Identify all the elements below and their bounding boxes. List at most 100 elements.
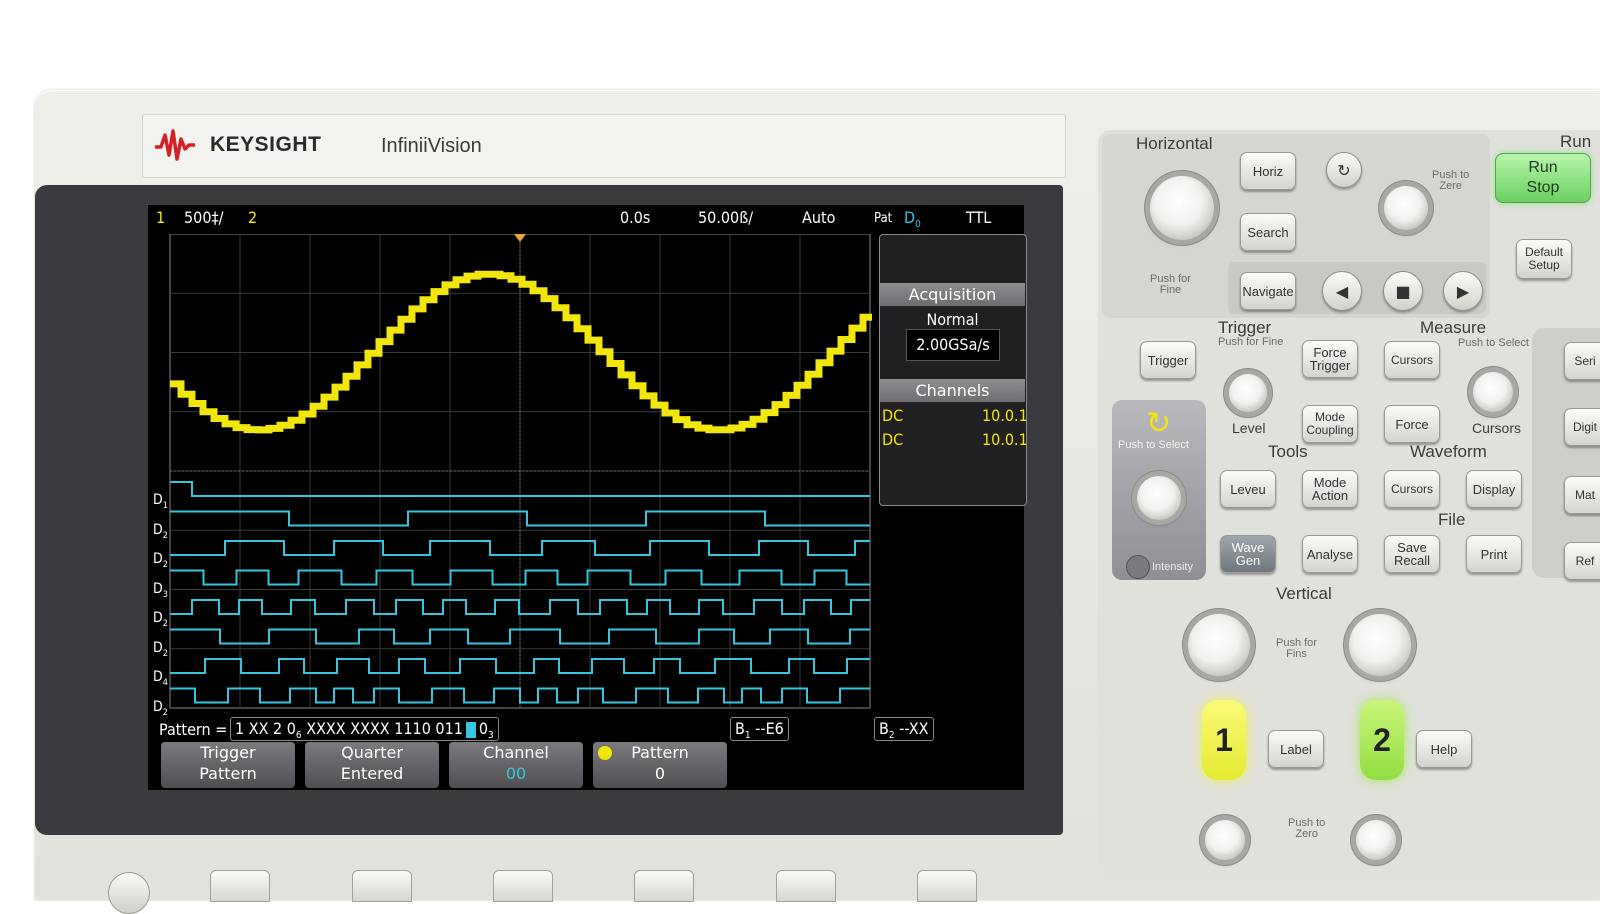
back-button[interactable] (108, 872, 150, 914)
ch1-scale: 500‡/ (184, 208, 224, 227)
push-zero-label: Push to Zere (1432, 169, 1470, 192)
softkey-button-1[interactable] (210, 870, 270, 902)
run-stop-line1: Run (1528, 159, 1558, 176)
horizontal-position-knob[interactable] (1384, 186, 1428, 230)
wave-gen-button[interactable]: Wave Gen (1220, 535, 1276, 573)
measure-push-select: Push to Select (1458, 337, 1529, 349)
default-setup-button[interactable]: Default Setup (1516, 239, 1572, 279)
cursors-label: Cursors (1472, 420, 1522, 436)
mode-coupling-button[interactable]: Mode Coupling (1302, 405, 1358, 443)
intensity-label: Intensity (1152, 561, 1193, 573)
file-title: File (1438, 510, 1466, 529)
channels-title: Channels (880, 379, 1025, 402)
push-fine-label: Push for Fine (1150, 273, 1191, 296)
trigger-level-knob[interactable] (1229, 374, 1267, 412)
ch1-scale-knob[interactable] (1188, 614, 1250, 676)
digital-channel-label: D2 (153, 639, 168, 659)
acquisition-title: Acquisition (880, 283, 1025, 306)
horizontal-scale-knob[interactable] (1150, 176, 1214, 240)
ch2-position-knob[interactable] (1356, 820, 1396, 860)
leveu-button[interactable]: Leveu (1220, 470, 1276, 508)
zoom-icon: ↻ (1337, 160, 1351, 180)
softkey-button-3[interactable] (493, 870, 553, 902)
model-name: InfiniiVision (381, 135, 482, 157)
digital-trace (170, 687, 870, 704)
digital-channel-label: D3 (153, 580, 168, 600)
serial-button[interactable]: Seri (1564, 342, 1600, 380)
sample-rate: 2.00GSa/s (906, 329, 1000, 361)
softkey-pattern[interactable]: Pattern 0 (593, 742, 727, 788)
digital-button[interactable]: Digit (1564, 408, 1600, 446)
entry-knob-icon: ↻ (1146, 406, 1172, 441)
save-recall-button[interactable]: Save Recall (1384, 535, 1440, 573)
ch2-indicator: 2 (248, 208, 258, 227)
navigate-button[interactable]: Navigate (1240, 272, 1296, 310)
zoom-button[interactable]: ↻ (1326, 152, 1362, 188)
waveform-cursors-button[interactable]: Cursors (1384, 470, 1440, 508)
force-button[interactable]: Force (1384, 405, 1440, 443)
softkey-line2: Entered (340, 764, 404, 783)
acquisition-mode: Normal (926, 310, 979, 329)
softkey-button-4[interactable] (634, 870, 694, 902)
brand-name: KEYSIGHT (210, 133, 322, 156)
intensity-push-select: Push to Select (1118, 439, 1189, 451)
bus1-value: B1 --E6 (730, 717, 789, 741)
trigger-mode: Auto (802, 208, 836, 227)
bus2-value: B2 --XX (874, 717, 934, 741)
softkey-line1: Quarter (341, 743, 403, 762)
channel1-coupling: DC (882, 406, 904, 425)
trigger-push-fine: Push for Fine (1218, 336, 1284, 348)
softkey-channel[interactable]: Channel 00 (449, 742, 583, 788)
pattern-value[interactable]: 1 XX 2 06 XXXX XXXX 1110 011 03 (230, 717, 499, 741)
help-button[interactable]: Help (1416, 730, 1472, 768)
cursors-button[interactable]: Cursors (1384, 341, 1440, 379)
channel1-button[interactable]: 1 (1202, 700, 1246, 780)
intensity-button[interactable] (1126, 555, 1150, 579)
trigger-title: Trigger (1218, 318, 1272, 337)
ref-button[interactable]: Ref (1564, 542, 1600, 580)
horiz-button[interactable]: Horiz (1240, 152, 1296, 190)
display-button[interactable]: Display (1466, 470, 1522, 508)
softkey-button-5[interactable] (776, 870, 836, 902)
trigger-button[interactable]: Trigger (1140, 341, 1196, 379)
ch2-scale-knob[interactable] (1349, 614, 1411, 676)
channel2-button[interactable]: 2 (1360, 700, 1404, 780)
navigate-back-button[interactable]: ◀ (1322, 271, 1362, 311)
play-back-icon: ◀ (1335, 281, 1349, 301)
navigate-forward-button[interactable]: ▶ (1443, 271, 1483, 311)
mode-action-button[interactable]: Mode Action (1302, 470, 1358, 508)
measure-knob[interactable] (1473, 372, 1513, 412)
digital-channel-label: D1 (153, 492, 168, 511)
stop-icon: ■ (1395, 281, 1411, 301)
softkey-button-6[interactable] (917, 870, 977, 902)
ch1-indicator: 1 (156, 208, 166, 227)
run-stop-button[interactable]: Run Stop (1495, 153, 1591, 203)
entry-knob[interactable] (1137, 476, 1181, 520)
entry-knob-icon (598, 746, 612, 760)
label-button[interactable]: Label (1268, 730, 1324, 768)
vertical-push-zero: Push to Zero (1288, 817, 1326, 840)
math-button[interactable]: Mat (1564, 476, 1600, 514)
analyse-button[interactable]: Analyse (1302, 535, 1358, 573)
softkey-quarter-entered[interactable]: Quarter Entered (305, 742, 439, 788)
run-stop-line2: Stop (1526, 179, 1560, 196)
pattern-label: Pattern = (159, 720, 228, 739)
ch1-position-knob[interactable] (1205, 820, 1245, 860)
softkey-button-2[interactable] (352, 870, 412, 902)
softkey-line1: Pattern (631, 743, 689, 762)
softkey-line2: Pattern (199, 764, 257, 783)
navigate-stop-button[interactable]: ■ (1383, 271, 1423, 311)
digital-channel-label: D2 (153, 610, 168, 629)
softkey-line2: 0 (654, 764, 666, 783)
softkey-trigger-pattern[interactable]: Trigger Pattern (161, 742, 295, 788)
vertical-title: Vertical (1276, 584, 1332, 603)
save-line2: Recall (1393, 553, 1431, 568)
force-trigger-button[interactable]: Force Trigger (1302, 340, 1358, 378)
waveform-display (169, 234, 872, 709)
digital-channel-label: D2 (153, 521, 168, 541)
search-button[interactable]: Search (1240, 213, 1296, 251)
print-button[interactable]: Print (1466, 535, 1522, 573)
measure-title: Measure (1420, 318, 1487, 337)
channel2-value: 10.0.1 (982, 430, 1028, 449)
default-line2: Setup (1528, 258, 1560, 272)
